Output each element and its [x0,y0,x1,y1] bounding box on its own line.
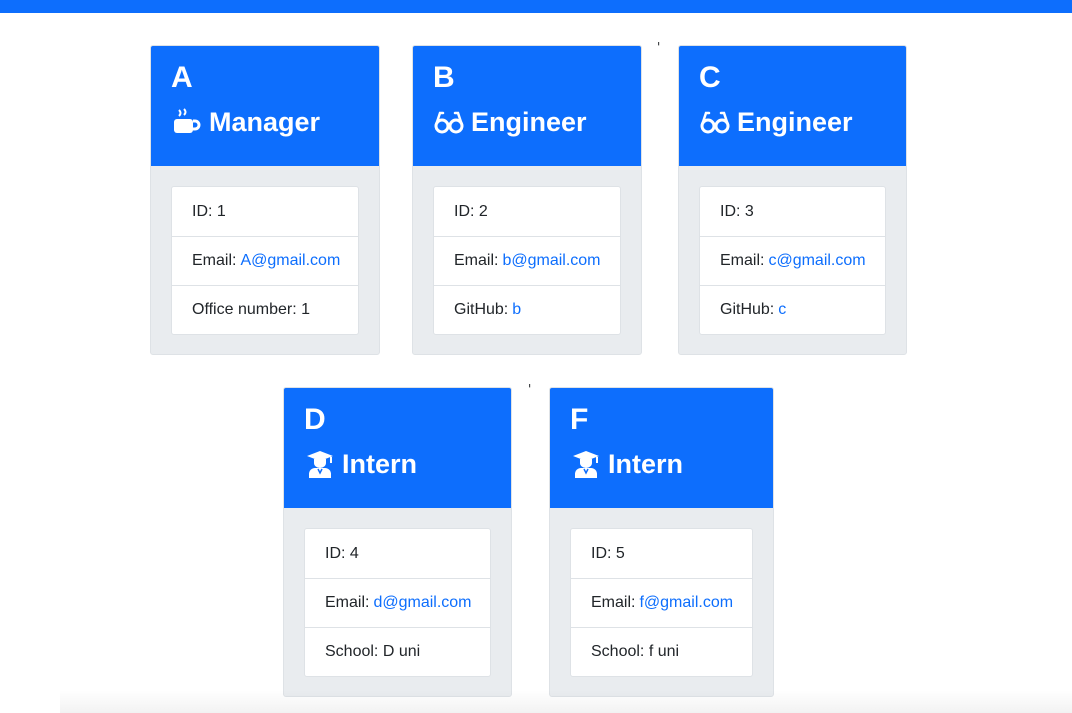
list-item-office-number: Office number: 1 [172,285,358,334]
info-list: ID: 3 Email: c@gmail.com GitHub: c [699,186,886,335]
employee-role: Manager [171,106,359,138]
email-label: Email: [325,594,370,611]
role-label: Engineer [737,107,853,137]
card-body: ID: 1 Email: A@gmail.com Office number: … [151,166,379,354]
list-item-id: ID: 3 [720,202,754,220]
top-navbar [0,0,1072,13]
email-label: Email: [454,252,499,269]
list-item-email: Email: A@gmail.com [172,236,358,285]
card-header: D Intern [284,388,511,508]
card-body: ID: 3 Email: c@gmail.com GitHub: c [679,166,906,354]
list-item-id: ID: 5 [591,544,625,562]
list-item-school: School: D uni [305,627,490,676]
email-link[interactable]: d@gmail.com [373,594,471,612]
employee-card: B Engineer ID: 2 Email: b@gmail.com GitH… [412,45,642,355]
employee-card: D Intern ID: 4 Email: d@gmail.com School… [283,387,512,697]
employee-name: B [433,61,455,94]
card-body: ID: 4 Email: d@gmail.com School: D uni [284,508,511,696]
card-header: C Engineer [679,46,906,166]
card-body: ID: 2 Email: b@gmail.com GitHub: b [413,166,641,354]
employee-role: Engineer [699,106,886,138]
list-item-email: Email: f@gmail.com [571,578,752,627]
role-label: Engineer [471,107,587,137]
email-link[interactable]: f@gmail.com [639,594,733,612]
employee-role: Engineer [433,106,621,138]
role-label: Manager [209,107,321,137]
email-label: Email: [720,252,765,269]
list-item-github: GitHub: c [700,285,885,334]
card-header: A Manager [151,46,379,166]
employee-name: F [570,403,589,436]
employee-card: F Intern ID: 5 Email: f@gmail.com School… [549,387,774,697]
employee-name: C [699,61,721,94]
coffee-icon [171,106,203,138]
card-body: ID: 5 Email: f@gmail.com School: f uni [550,508,773,696]
employee-name: A [171,61,193,94]
list-item-id: ID: 1 [192,202,226,220]
list-item-github: GitHub: b [434,285,620,334]
email-link[interactable]: A@gmail.com [240,252,340,270]
employee-role: Intern [304,448,491,480]
list-item-school: School: f uni [571,627,752,676]
card-header: B Engineer [413,46,641,166]
employee-role: Intern [570,448,753,480]
employee-card: A Manager ID: 1 Email: A@gmail.com Offic… [150,45,380,355]
github-link[interactable]: c [778,301,786,319]
info-list: ID: 1 Email: A@gmail.com Office number: … [171,186,359,335]
list-item-email: Email: c@gmail.com [700,236,885,285]
list-item-email: Email: b@gmail.com [434,236,620,285]
github-label: GitHub: [454,301,509,318]
list-item-email: Email: d@gmail.com [305,578,490,627]
role-label: Intern [342,449,418,479]
role-label: Intern [608,449,684,479]
bottom-shadow [60,690,1072,713]
stray-mark: ' [657,40,661,54]
email-link[interactable]: b@gmail.com [502,252,600,270]
email-label: Email: [192,252,237,269]
employee-name: D [304,403,326,436]
card-header: F Intern [550,388,773,508]
email-label: Email: [591,594,636,611]
list-item-id: ID: 4 [325,544,359,562]
info-list: ID: 2 Email: b@gmail.com GitHub: b [433,186,621,335]
glasses-icon [699,106,731,138]
info-list: ID: 4 Email: d@gmail.com School: D uni [304,528,491,677]
graduate-icon [570,448,602,480]
info-list: ID: 5 Email: f@gmail.com School: f uni [570,528,753,677]
glasses-icon [433,106,465,138]
list-item-id: ID: 2 [454,202,488,220]
graduate-icon [304,448,336,480]
employee-card: C Engineer ID: 3 Email: c@gmail.com GitH… [678,45,907,355]
email-link[interactable]: c@gmail.com [768,252,865,270]
github-label: GitHub: [720,301,775,318]
github-link[interactable]: b [512,301,521,319]
stray-mark: ' [528,382,532,396]
